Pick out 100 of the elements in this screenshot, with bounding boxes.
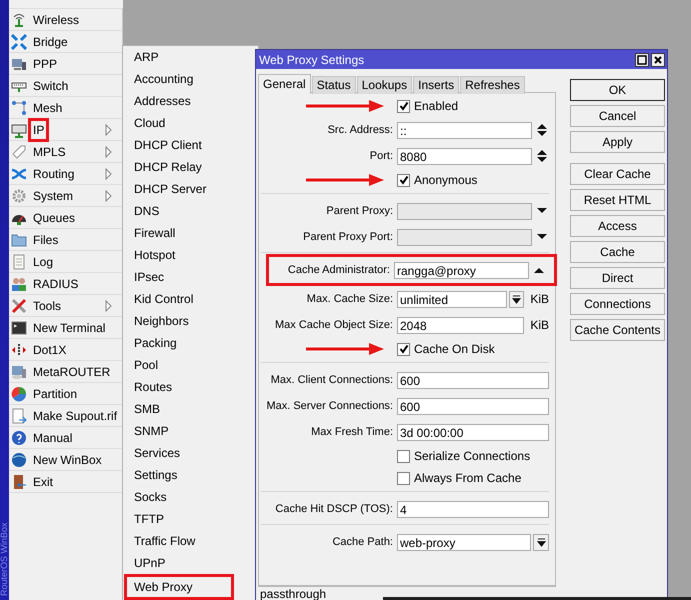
tab[interactable]: Status <box>312 76 356 94</box>
submenu-item[interactable]: IPsec <box>123 266 232 288</box>
submenu-item[interactable]: Traffic Flow <box>123 530 232 552</box>
dialog-button[interactable]: Direct <box>570 267 665 289</box>
question-icon <box>11 430 27 446</box>
checkbox-label: Serialize Connections <box>414 449 530 463</box>
submenu-item[interactable]: Packing <box>123 332 232 354</box>
submenu-item[interactable]: DHCP Client <box>123 134 232 156</box>
submenu-item[interactable]: Pool <box>123 354 232 376</box>
dialog-button[interactable]: Cancel <box>570 105 665 127</box>
menu-item[interactable]: Manual <box>31 428 74 446</box>
menu-item[interactable]: Mesh <box>31 98 64 116</box>
menu-item[interactable]: Log <box>31 252 56 270</box>
menu-item[interactable]: RADIUS <box>31 274 80 292</box>
menu-item[interactable]: Routing <box>31 164 76 182</box>
tools-icon <box>11 298 27 314</box>
checkbox-label: Cache On Disk <box>414 342 495 356</box>
menu-item[interactable]: System <box>31 186 76 204</box>
menu-item[interactable]: New WinBox <box>31 450 104 468</box>
nodes-icon <box>11 100 27 116</box>
submenu-item[interactable]: Web Proxy <box>124 574 234 600</box>
submenu-item[interactable]: DHCP Server <box>123 178 232 200</box>
input-field[interactable]: 3d 00:00:00 <box>397 424 549 440</box>
checkbox[interactable] <box>397 472 410 484</box>
checkbox-label: Anonymous <box>414 173 478 187</box>
submenu-item[interactable]: DHCP Relay <box>123 156 232 178</box>
submenu-item[interactable]: Firewall <box>123 222 232 244</box>
checkbox[interactable] <box>397 450 410 462</box>
menu-item[interactable]: MetaROUTER <box>31 362 112 380</box>
menu-item[interactable]: Tools <box>31 296 64 314</box>
input-field[interactable]: 600 <box>397 372 549 388</box>
submenu-item[interactable]: Socks <box>123 486 232 508</box>
submenu-item[interactable]: Neighbors <box>123 310 232 332</box>
people-icon <box>11 276 27 292</box>
dialog-button[interactable]: Reset HTML <box>570 189 665 211</box>
field-label: Parent Proxy: <box>325 205 393 217</box>
dialog-button[interactable]: Cache <box>570 241 665 263</box>
input-field[interactable]: rangga@proxy <box>394 262 529 278</box>
document-arrow-icon <box>11 408 27 424</box>
field-label: Src. Address: <box>326 124 393 136</box>
tab[interactable]: Lookups <box>356 76 412 94</box>
input-field[interactable]: 600 <box>397 398 549 414</box>
field-label: Max Cache Object Size: <box>274 319 393 331</box>
window-title: Web Proxy Settings <box>259 52 366 66</box>
submenu-item[interactable]: UPnP <box>123 552 232 574</box>
menu-item[interactable]: Files <box>31 230 60 248</box>
dialog-button[interactable]: Cache Contents <box>570 319 665 341</box>
submenu-item[interactable]: Addresses <box>123 90 232 112</box>
spin-arrows-icon[interactable] <box>536 123 548 137</box>
input-field[interactable]: 8080 <box>397 148 532 164</box>
submenu-item[interactable]: Hotspot <box>123 244 232 266</box>
menu-item[interactable]: Exit <box>31 472 56 490</box>
submenu-item[interactable]: SMB <box>123 398 232 420</box>
tag-icon <box>11 144 27 160</box>
checkbox[interactable] <box>397 174 410 186</box>
menu-item[interactable]: New Terminal <box>31 318 108 336</box>
checkbox[interactable] <box>397 100 410 112</box>
submenu-item[interactable]: Settings <box>123 464 232 486</box>
dialog-button[interactable]: OK <box>570 79 665 101</box>
spin-arrows-icon[interactable] <box>536 149 548 163</box>
menu-item[interactable]: Switch <box>31 76 70 94</box>
menu-item[interactable]: IP <box>31 120 46 138</box>
folder-icon <box>11 232 27 248</box>
dialog-button[interactable]: Clear Cache <box>570 163 665 185</box>
menu-item[interactable]: PPP <box>31 54 60 72</box>
submenu-item[interactable]: SNMP <box>123 420 232 442</box>
checkbox[interactable] <box>397 342 410 356</box>
menu-item[interactable]: Queues <box>31 208 78 226</box>
menu-item[interactable]: Partition <box>31 384 80 402</box>
field-label: Parent Proxy Port: <box>302 231 393 243</box>
submenu-item[interactable]: Accounting <box>123 68 232 90</box>
submenu-item[interactable]: ARP <box>123 46 232 68</box>
dropdown-button[interactable] <box>508 290 524 308</box>
dialog-button[interactable]: Access <box>570 215 665 237</box>
submenu-item[interactable]: Kid Control <box>123 288 232 310</box>
menu-item[interactable]: Dot1X <box>31 340 68 358</box>
tab[interactable]: General <box>258 74 311 94</box>
menu-item[interactable]: MPLS <box>31 142 68 160</box>
dialog-button[interactable]: Apply <box>570 131 665 153</box>
tab[interactable]: Refreshes <box>460 76 525 94</box>
input-field[interactable]: web-proxy <box>397 534 532 550</box>
menu-item[interactable]: Make Supout.rif <box>31 406 120 424</box>
submenu-item[interactable]: Routes <box>123 376 232 398</box>
close-button[interactable] <box>651 52 665 66</box>
dropdown-button[interactable] <box>533 534 549 550</box>
maximize-button[interactable] <box>635 52 649 66</box>
input-field[interactable]: 4 <box>397 500 549 518</box>
menu-item[interactable]: Bridge <box>31 32 70 50</box>
input-field[interactable]: 2048 <box>397 316 524 334</box>
antenna-icon <box>11 12 27 28</box>
diamond-arrows-icon <box>11 342 27 358</box>
submenu-item[interactable]: Cloud <box>123 112 232 134</box>
submenu-item[interactable]: DNS <box>123 200 232 222</box>
dialog-button[interactable]: Connections <box>570 293 665 315</box>
input-field[interactable]: :: <box>397 122 532 138</box>
menu-item[interactable]: Wireless <box>31 10 82 28</box>
submenu-item[interactable]: TFTP <box>123 508 232 530</box>
tab[interactable]: Inserts <box>413 76 460 94</box>
submenu-item[interactable]: Services <box>123 442 232 464</box>
input-field[interactable]: unlimited <box>397 290 507 308</box>
